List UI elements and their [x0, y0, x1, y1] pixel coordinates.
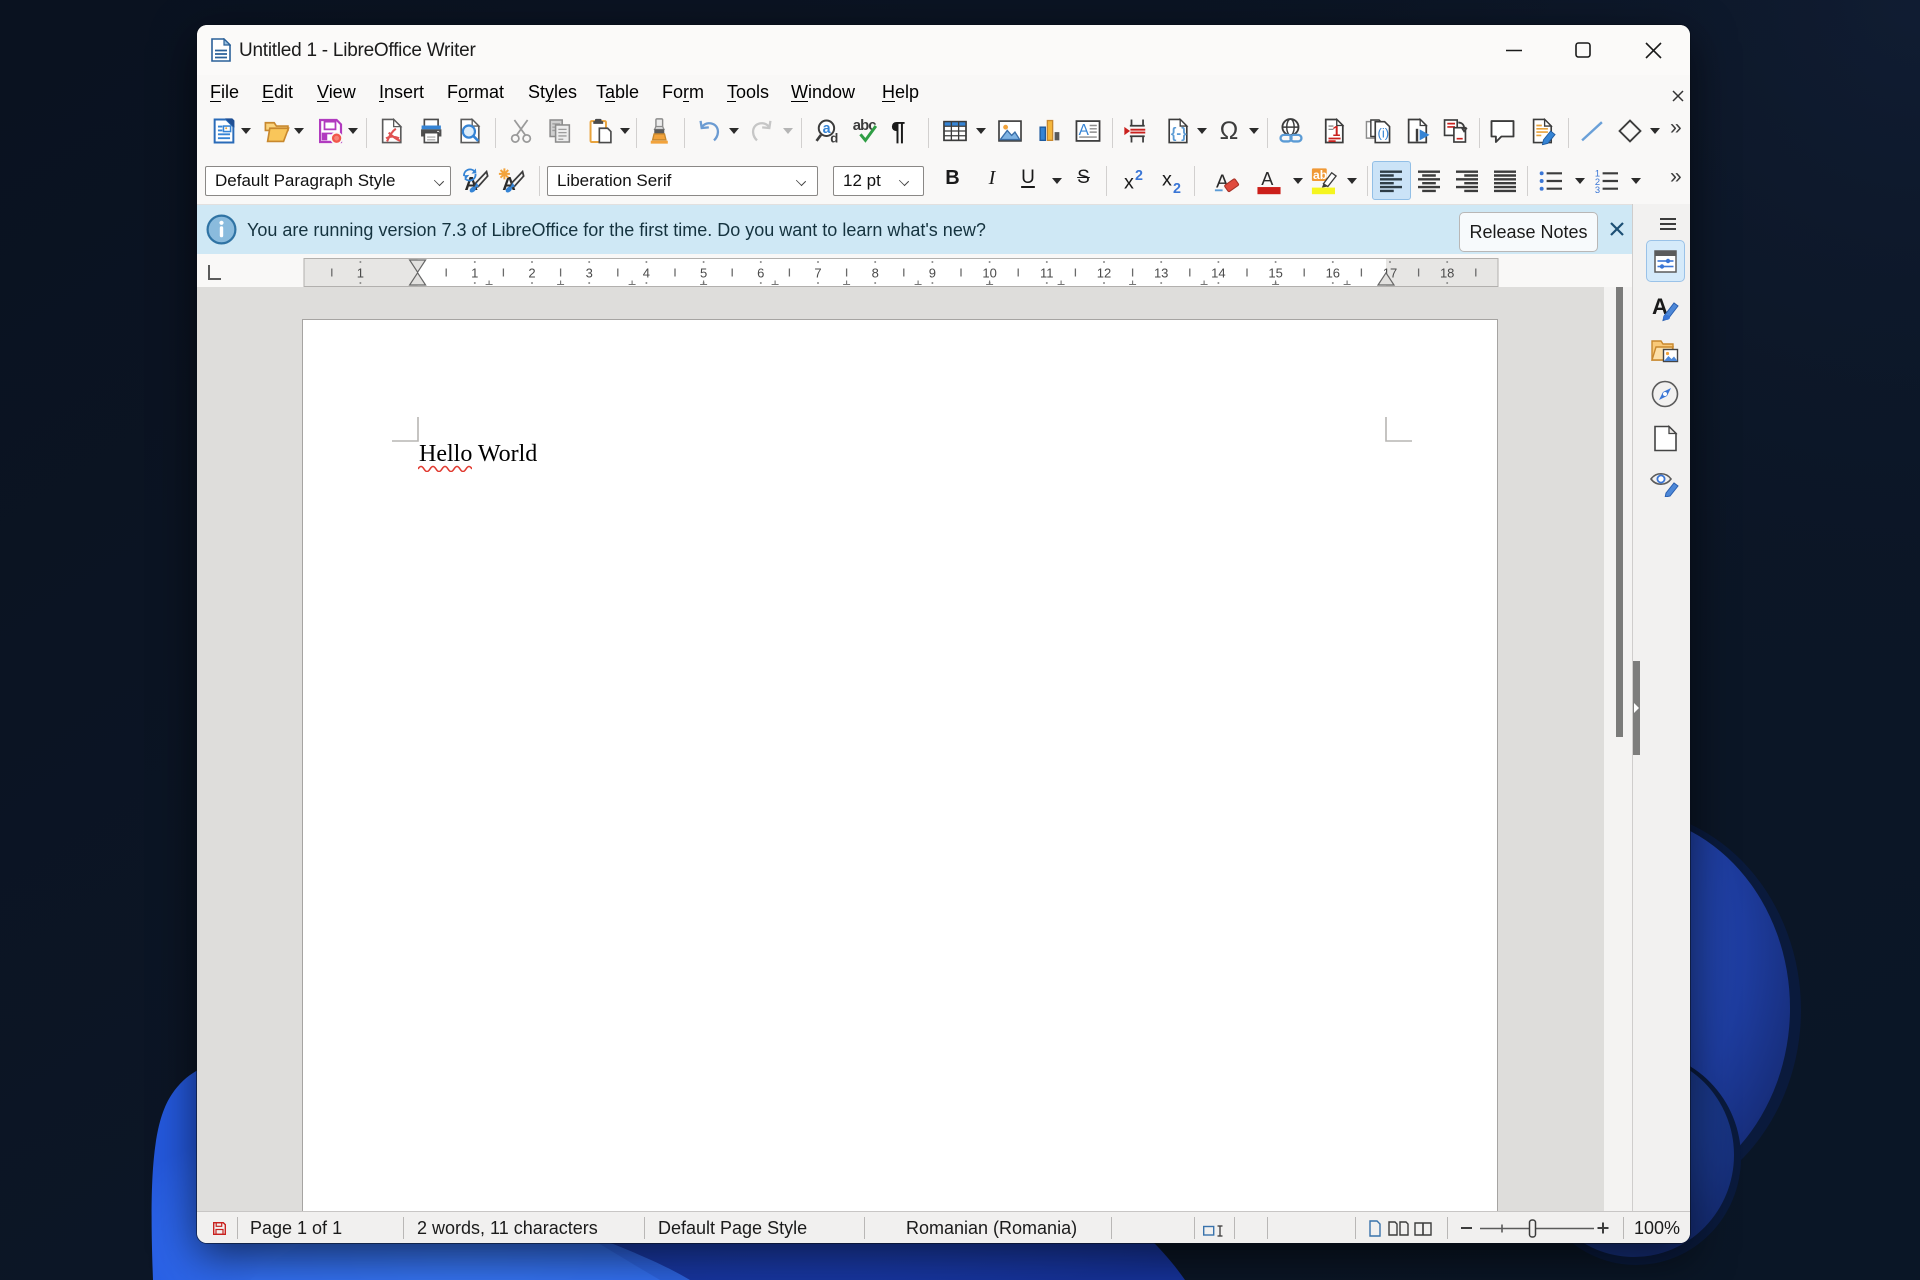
svg-text:14: 14	[1211, 266, 1225, 281]
svg-text:2: 2	[528, 266, 535, 281]
svg-text:4: 4	[643, 266, 650, 281]
svg-text:2: 2	[1135, 168, 1143, 184]
svg-text:18: 18	[1440, 266, 1454, 281]
svg-text:11: 11	[1040, 266, 1054, 281]
svg-text:d: d	[830, 131, 838, 146]
svg-text:3: 3	[1595, 185, 1600, 195]
svg-text:3: 3	[586, 266, 593, 281]
svg-text:16: 16	[1326, 266, 1340, 281]
svg-text:1: 1	[1332, 124, 1340, 140]
svg-text:15: 15	[1268, 266, 1282, 281]
svg-text:5: 5	[700, 266, 707, 281]
svg-text:x: x	[1162, 168, 1172, 190]
svg-text:(i): (i)	[1377, 126, 1389, 141]
svg-text:2: 2	[1173, 181, 1181, 195]
svg-text:{-}: {-}	[1171, 126, 1187, 142]
svg-text:12: 12	[1097, 266, 1111, 281]
svg-text:1: 1	[471, 266, 478, 281]
svg-text:13: 13	[1154, 266, 1168, 281]
svg-text:ab: ab	[1313, 168, 1327, 182]
svg-text:10: 10	[982, 266, 996, 281]
svg-text:1: 1	[357, 266, 364, 281]
svg-text:A: A	[1079, 122, 1090, 139]
svg-text:9: 9	[929, 266, 936, 281]
svg-text:8: 8	[872, 266, 879, 281]
svg-text:A: A	[1261, 169, 1274, 189]
svg-text:6: 6	[757, 266, 764, 281]
svg-text:7: 7	[814, 266, 821, 281]
svg-text:x: x	[1124, 172, 1134, 194]
